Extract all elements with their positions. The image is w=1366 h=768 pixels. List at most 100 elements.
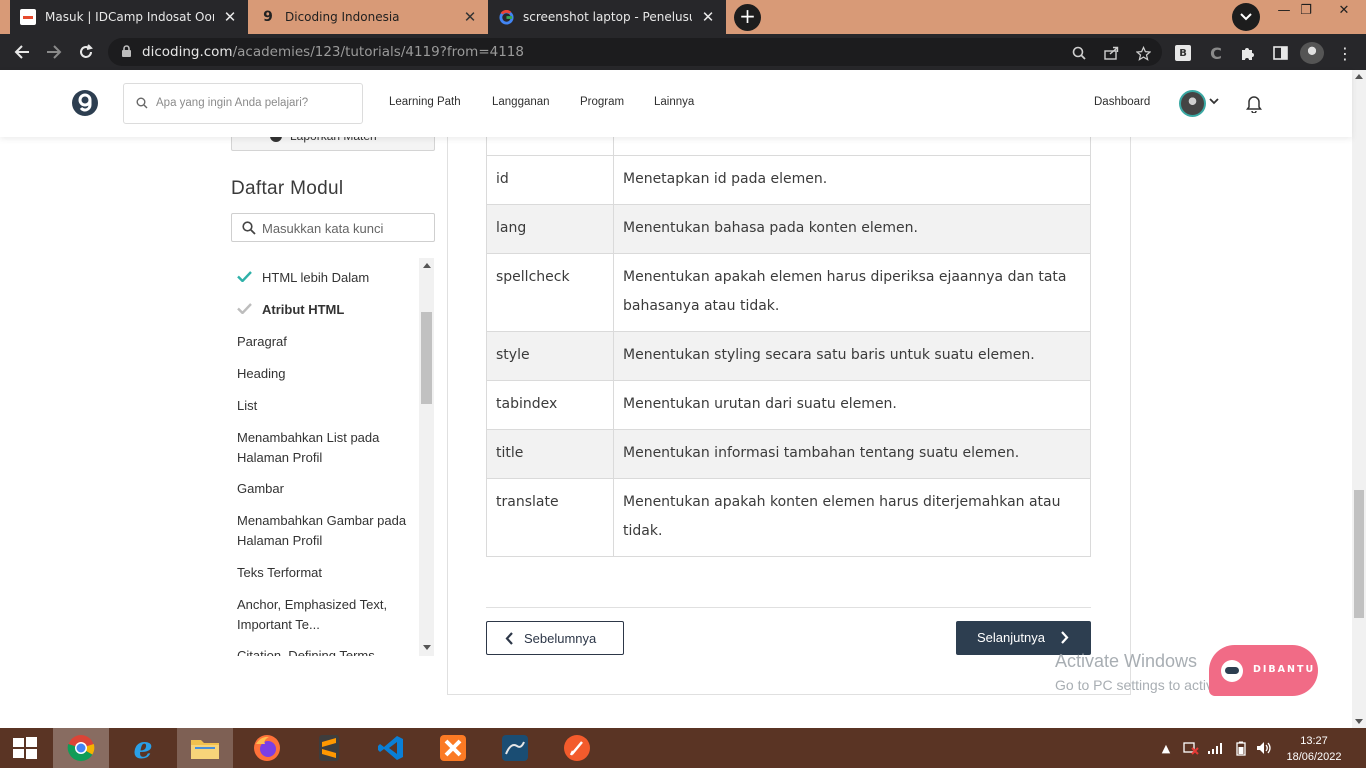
address-bar[interactable]: dicoding.com/academies/123/tutorials/411… <box>108 38 1162 66</box>
module-item[interactable]: HTML lebih Dalam <box>262 268 419 288</box>
new-tab-button[interactable]: + <box>734 4 761 31</box>
module-item[interactable]: Heading <box>237 364 417 384</box>
module-search-input[interactable]: Masukkan kata kunci <box>231 213 435 242</box>
star-icon[interactable] <box>1134 44 1152 62</box>
tab-close-icon[interactable]: ✕ <box>222 8 238 26</box>
menu-kebab-icon[interactable]: ⋮ <box>1336 44 1354 63</box>
scroll-down-arrow-icon[interactable] <box>423 645 431 650</box>
user-avatar[interactable] <box>1179 90 1206 117</box>
desc-cell: Menetapkan id pada elemen. <box>613 155 1091 205</box>
tab-label: Masuk | IDCamp Indosat Ooredoo <box>45 10 214 24</box>
taskbar-file-explorer[interactable] <box>177 728 233 768</box>
internet-explorer-icon: e <box>133 730 153 766</box>
volume-icon[interactable] <box>1255 740 1273 756</box>
taskbar-sublime[interactable] <box>301 728 357 768</box>
extension-c-icon[interactable]: C <box>1207 44 1225 63</box>
taskbar-ie[interactable]: e <box>115 728 171 768</box>
firefox-icon <box>254 735 280 761</box>
dicoding-logo[interactable] <box>71 89 99 117</box>
taskbar-firefox[interactable] <box>239 728 295 768</box>
extensions-puzzle-icon[interactable] <box>1239 44 1257 62</box>
site-header: Apa yang ingin Anda pelajari? Learning P… <box>0 70 1352 137</box>
table-row: title Menentukan informasi tambahan tent… <box>486 429 1091 479</box>
table-row: style Menentukan styling secara satu bar… <box>486 331 1091 381</box>
taskbar-paint-app[interactable] <box>549 728 605 768</box>
bell-icon[interactable] <box>1245 94 1263 113</box>
restore-button[interactable]: ❐ <box>1288 0 1324 24</box>
page-scrollbar[interactable] <box>1352 70 1366 728</box>
module-list-scrollbar[interactable] <box>419 258 434 656</box>
taskbar-mysql-workbench[interactable] <box>487 728 543 768</box>
search-placeholder: Apa yang ingin Anda pelajari? <box>156 97 309 109</box>
extension-b-icon[interactable]: B <box>1175 45 1191 61</box>
content-divider <box>486 607 1091 608</box>
google-favicon-icon <box>498 9 514 25</box>
network-off-icon[interactable] <box>1182 740 1200 756</box>
table-row: tabindex Menentukan urutan dari suatu el… <box>486 380 1091 430</box>
back-button[interactable] <box>11 41 33 63</box>
site-search-input[interactable]: Apa yang ingin Anda pelajari? <box>123 83 363 124</box>
url-text: dicoding.com/academies/123/tutorials/411… <box>142 44 524 60</box>
tab-idcamp[interactable]: Masuk | IDCamp Indosat Ooredoo ✕ <box>10 0 248 34</box>
module-item[interactable]: Menambahkan Gambar pada Halaman Profil <box>237 511 417 550</box>
previous-button[interactable]: Sebelumnya <box>486 621 624 655</box>
taskbar-chrome[interactable] <box>53 728 109 768</box>
module-item[interactable]: List <box>237 396 417 416</box>
chevron-down-icon[interactable] <box>1209 98 1219 105</box>
desc-cell: Menentukan styling secara satu baris unt… <box>613 331 1091 381</box>
forward-button[interactable] <box>43 41 65 63</box>
module-item[interactable]: Gambar <box>237 479 417 499</box>
signal-icon[interactable] <box>1206 740 1224 756</box>
nav-dashboard[interactable]: Dashboard <box>1094 96 1150 108</box>
clock-time: 13:27 <box>1300 735 1328 747</box>
arrow-left-icon <box>14 45 29 59</box>
module-item-current[interactable]: Atribut HTML <box>262 300 419 320</box>
scrollbar-thumb[interactable] <box>1354 490 1364 618</box>
module-item[interactable]: Anchor, Emphasized Text, Important Te... <box>237 595 417 634</box>
extension-badge: B <box>1179 47 1187 59</box>
tray-expand-icon[interactable]: ▲ <box>1160 740 1172 756</box>
check-icon <box>237 303 252 314</box>
search-icon <box>242 221 256 235</box>
tab-close-icon[interactable]: ✕ <box>700 8 716 26</box>
profile-avatar[interactable] <box>1300 42 1324 64</box>
share-icon[interactable] <box>1102 44 1120 62</box>
tab-close-icon[interactable]: ✕ <box>462 8 478 26</box>
scroll-down-arrow-icon[interactable] <box>1355 719 1363 724</box>
attr-cell: spellcheck <box>486 253 614 332</box>
help-chat-button[interactable]: DIBANTU <box>1209 645 1318 696</box>
tab-label: screenshot laptop - Penelusuran Google <box>523 10 692 24</box>
nav-langganan[interactable]: Langganan <box>492 96 550 108</box>
side-panel-icon[interactable] <box>1271 44 1289 62</box>
next-label: Selanjutnya <box>977 630 1045 645</box>
zoom-icon[interactable] <box>1070 44 1088 62</box>
scroll-up-arrow-icon[interactable] <box>1355 74 1363 79</box>
module-item[interactable]: Menambahkan List pada Halaman Profil <box>237 428 417 467</box>
module-item[interactable]: Teks Terformat <box>237 563 417 583</box>
scrollbar-thumb[interactable] <box>421 312 432 404</box>
reload-button[interactable] <box>75 41 97 63</box>
scroll-up-arrow-icon[interactable] <box>423 263 431 268</box>
taskbar-clock[interactable]: 13:27 18/06/2022 <box>1284 733 1344 765</box>
tab-google[interactable]: screenshot laptop - Penelusuran Google ✕ <box>488 0 726 34</box>
battery-icon[interactable] <box>1233 740 1249 756</box>
module-item[interactable]: Paragraf <box>237 332 417 352</box>
attr-cell: id <box>486 155 614 205</box>
module-item[interactable]: Citation, Defining Terms... <box>237 646 417 656</box>
table-row: spellcheck Menentukan apakah elemen haru… <box>486 253 1091 332</box>
close-window-button[interactable]: ✕ <box>1322 0 1366 24</box>
nav-program[interactable]: Program <box>580 96 624 108</box>
taskbar-xampp[interactable] <box>425 728 481 768</box>
next-button[interactable]: Selanjutnya <box>956 621 1091 655</box>
desc-cell: Menentukan urutan dari suatu elemen. <box>613 380 1091 430</box>
nav-lainnya[interactable]: Lainnya <box>654 96 694 108</box>
sublime-text-icon <box>319 735 339 761</box>
attr-cell: title <box>486 429 614 479</box>
nav-learning-path[interactable]: Learning Path <box>389 96 461 108</box>
start-button[interactable] <box>0 728 50 768</box>
desc-cell: Menentukan informasi tambahan tentang su… <box>613 429 1091 479</box>
previous-label: Sebelumnya <box>524 631 597 646</box>
tab-dicoding[interactable]: 9 Dicoding Indonesia ✕ <box>250 0 488 34</box>
tab-search-button[interactable] <box>1232 3 1260 31</box>
taskbar-vscode[interactable] <box>363 728 419 768</box>
